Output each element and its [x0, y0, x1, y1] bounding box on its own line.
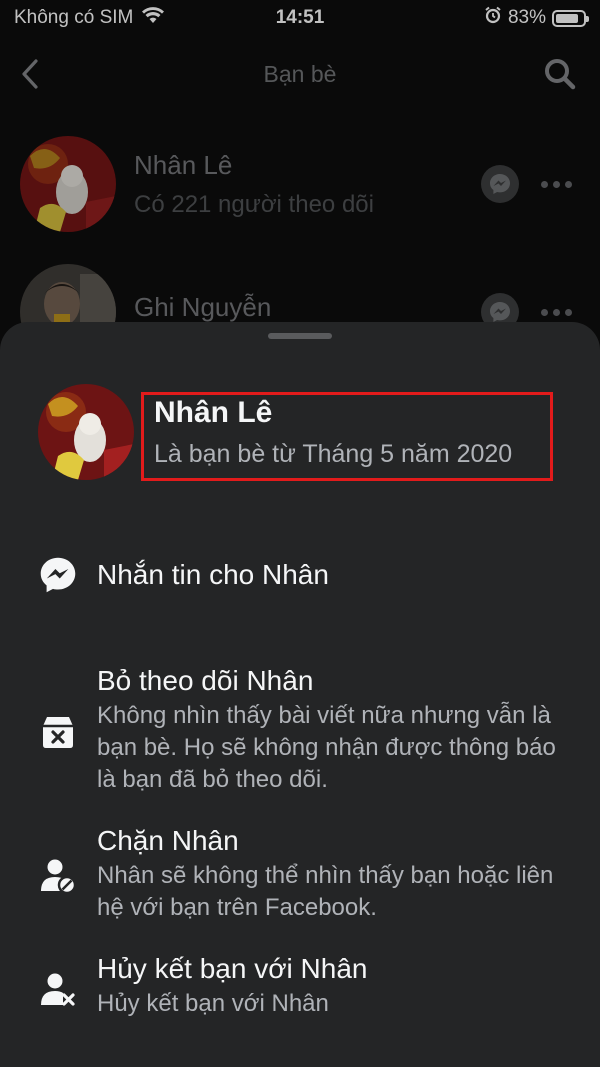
action-unfollow[interactable]: Bỏ theo dõi Nhân Không nhìn thấy bài viế… — [0, 664, 600, 804]
block-icon — [38, 856, 78, 896]
profile-avatar[interactable] — [38, 384, 134, 480]
action-desc: Nhân sẽ không thể nhìn thấy bạn hoặc liê… — [97, 862, 554, 921]
action-text: Chặn Nhân Nhân sẽ không thể nhìn thấy bạ… — [97, 824, 577, 924]
action-text: Nhắn tin cho Nhân — [97, 558, 577, 592]
sheet-profile — [38, 384, 134, 480]
bottom-sheet: Nhân Lê Là bạn bè từ Tháng 5 năm 2020 Nh… — [0, 322, 600, 1067]
action-desc: Không nhìn thấy bài viết nữa nhưng vẫn l… — [97, 702, 556, 793]
unfriend-icon — [38, 970, 78, 1010]
action-title: Hủy kết bạn với Nhân — [97, 953, 368, 984]
unfollow-icon — [38, 712, 78, 752]
action-block[interactable]: Chặn Nhân Nhân sẽ không thể nhìn thấy bạ… — [0, 824, 600, 930]
profile-name[interactable]: Nhân Lê — [154, 396, 272, 430]
action-message[interactable]: Nhắn tin cho Nhân — [0, 552, 600, 602]
sheet-drag-handle[interactable] — [268, 333, 332, 339]
action-text: Bỏ theo dõi Nhân Không nhìn thấy bài viế… — [97, 664, 577, 796]
action-title: Nhắn tin cho Nhân — [97, 559, 329, 590]
action-desc: Hủy kết bạn với Nhân — [97, 990, 329, 1017]
action-title: Bỏ theo dõi Nhân — [97, 665, 314, 696]
action-text: Hủy kết bạn với Nhân Hủy kết bạn với Nhâ… — [97, 952, 577, 1020]
messenger-icon — [38, 555, 78, 595]
friends-since: Là bạn bè từ Tháng 5 năm 2020 — [154, 440, 513, 468]
action-unfriend[interactable]: Hủy kết bạn với Nhân Hủy kết bạn với Nhâ… — [0, 952, 600, 1026]
action-title: Chặn Nhân — [97, 825, 239, 856]
